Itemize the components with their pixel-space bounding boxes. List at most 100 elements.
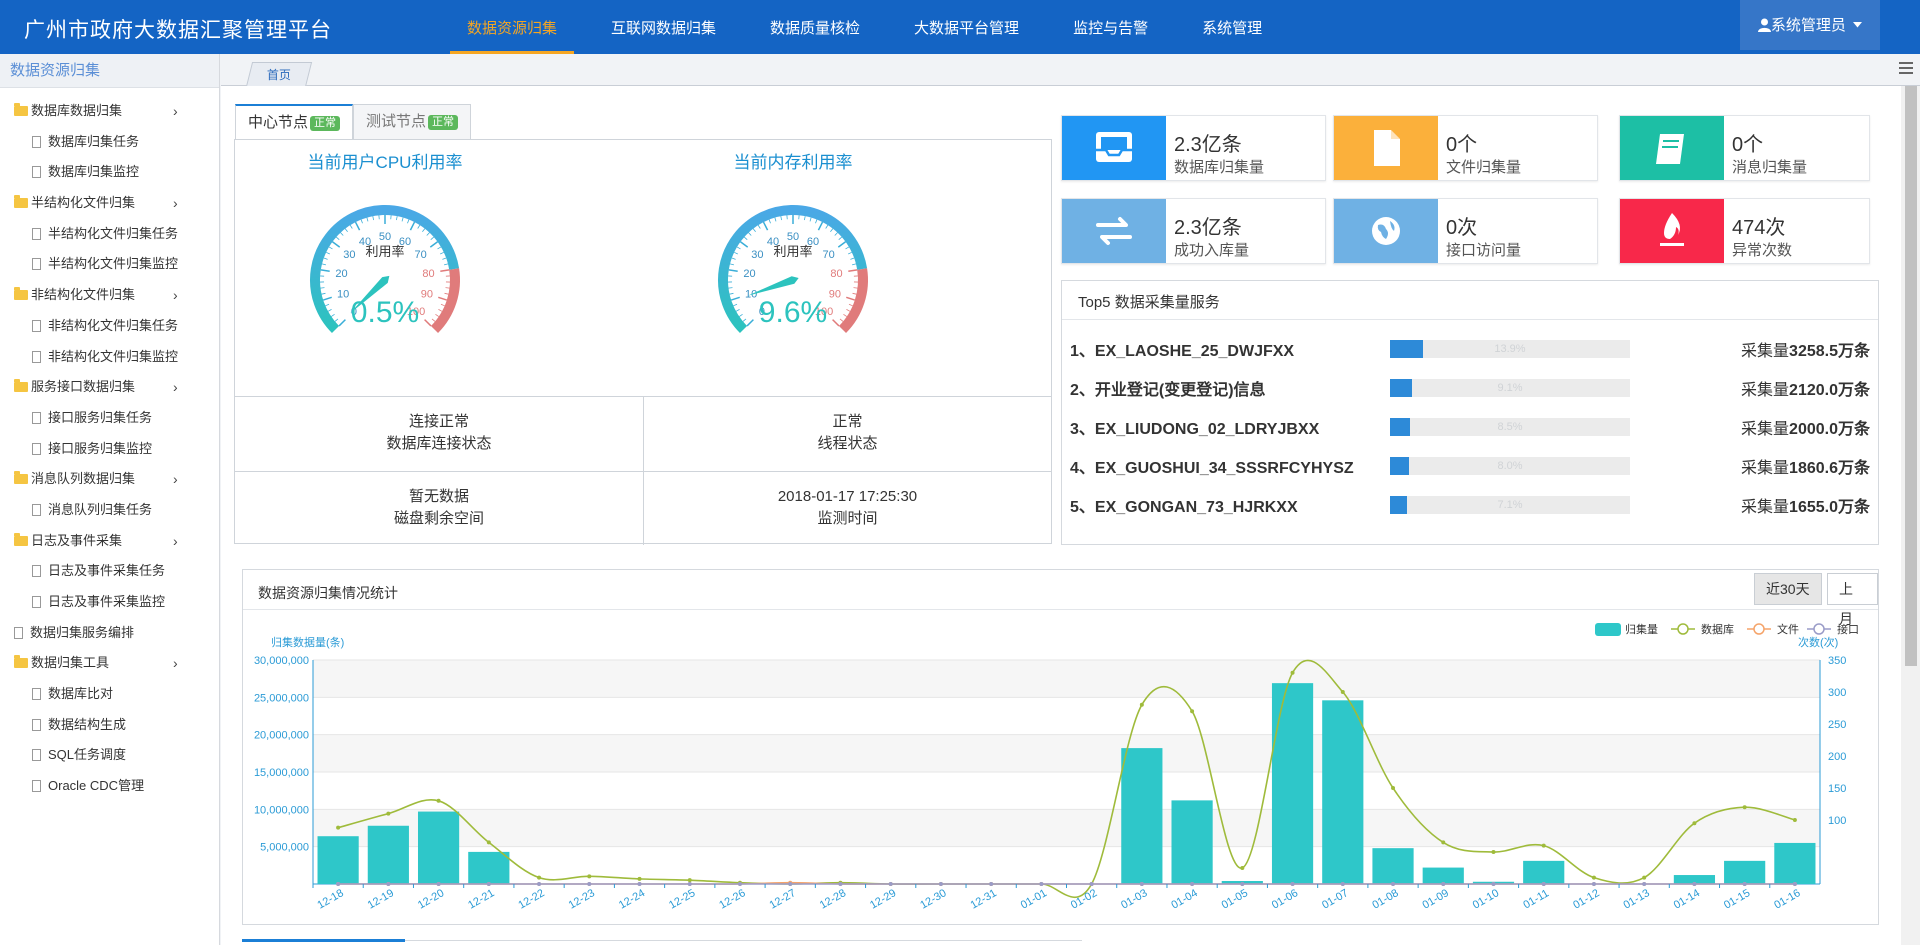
user-menu[interactable]: 系统管理员 [1740,0,1880,50]
stat-label: 数据库归集量 [1174,159,1265,176]
gauge-tick-label: 50 [379,231,391,243]
document-icon [32,135,41,148]
sidebar-item-0[interactable]: 数据库数据归集 › [0,96,219,127]
sidebar: 数据资源归集 数据库数据归集 › 数据库归集任务 数据库归集监控 半结构化文件归集 › 半结… [0,54,220,945]
chevron-right-icon: › [173,287,178,304]
series-point [989,882,994,886]
sidebar-item-9[interactable]: 服务接口数据归集 › [0,372,219,403]
range-last-month-button[interactable]: 上月 [1827,573,1878,627]
chevron-right-icon: › [173,532,178,549]
sidebar-item-17[interactable]: 数据归集服务编排 [0,618,219,649]
top5-row: 2、开业登记(变更登记)信息 9.1% 采集量2120.0万条 [1070,376,1870,399]
series-point [737,882,742,886]
tab-home[interactable]: 首页 [245,62,313,87]
sidebar-item-19[interactable]: 数据库比对 [0,679,219,710]
sidebar-item-16[interactable]: 日志及事件采集监控 [0,587,219,618]
sidebar-item-label: 消息队列数据归集 [31,471,136,487]
series-point [436,798,441,803]
x-tick-label: 12-25 [667,887,697,911]
collection-stats-panel: 数据资源归集情况统计 近30天 上月 归集数据量(条) 次数(次) 5,000,00… [242,569,1879,925]
sidebar-item-11[interactable]: 接口服务归集监控 [0,434,219,465]
gauge-value: 0.5% [351,296,419,329]
chevron-right-icon: › [173,195,178,212]
legend-item-0[interactable]: 归集量 [1595,622,1658,636]
sidebar-item-10[interactable]: 接口服务归集任务 [0,403,219,434]
legend-item-2[interactable]: 文件 [1747,622,1799,636]
x-tick-label: 01-12 [1571,887,1601,911]
series-point [1039,882,1044,886]
scrollbar[interactable] [1901,86,1920,945]
top5-row: 3、EX_LIUDONG_02_LDRYJBXX 8.5% 采集量2000.0万条 [1070,415,1870,438]
stat-label: 成功入库量 [1174,242,1250,259]
x-tick-label: 12-27 [768,887,798,911]
series-point [1089,882,1094,886]
globe-icon [1334,199,1438,263]
sidebar-item-8[interactable]: 非结构化文件归集监控 [0,342,219,373]
x-tick-label: 01-06 [1270,887,1300,911]
sidebar-item-label: 非结构化文件归集任务 [48,317,179,333]
chart-title: 数据资源归集情况统计 [258,585,398,601]
sidebar-item-7[interactable]: 非结构化文件归集任务 [0,311,219,342]
series-point [1441,882,1446,886]
series-point [637,876,642,881]
sidebar-item-label: SQL任务调度 [48,747,127,763]
sidebar-item-4[interactable]: 半结构化文件归集任务 [0,219,219,250]
sidebar-item-15[interactable]: 日志及事件采集任务 [0,556,219,587]
scrollbar-thumb[interactable] [1905,86,1917,666]
sidebar-item-13[interactable]: 消息队列归集任务 [0,495,219,526]
nav-item-3[interactable]: 大数据平台管理 [887,0,1046,54]
bar-01-08 [1372,848,1414,884]
legend-item-1[interactable]: 数据库 [1671,622,1734,636]
nav-item-5[interactable]: 系统管理 [1175,0,1289,54]
gauge-tick-label: 90 [829,289,841,301]
sidebar-item-18[interactable]: 数据归集工具 › [0,648,219,679]
sidebar-item-1[interactable]: 数据库归集任务 [0,127,219,158]
top5-progress-bar: 8.5% [1390,418,1630,436]
sidebar-item-21[interactable]: SQL任务调度 [0,740,219,771]
node-tab-label: 中心节点 [248,114,309,131]
sidebar-item-14[interactable]: 日志及事件采集 › [0,526,219,557]
top5-percent: 8.0% [1497,460,1523,472]
nav-item-2[interactable]: 数据质量核检 [743,0,887,54]
node-tab-0[interactable]: 中心节点 正常 [235,104,354,140]
chevron-right-icon: › [173,471,178,488]
top5-amount: 采集量2120.0万条 [1741,382,1870,399]
stat-card-2: 0个 消息归集量 [1619,115,1870,181]
sidebar-item-5[interactable]: 半结构化文件归集监控 [0,249,219,280]
range-30-days-button[interactable]: 近30天 [1754,573,1822,605]
y-tick-label: 10,000,000 [254,804,309,816]
nav-item-0[interactable]: 数据资源归集 [440,0,584,54]
stat-value: 474次 [1732,217,1786,239]
y2-tick-label: 200 [1828,751,1846,763]
folder-icon [14,103,28,116]
sidebar-item-label: Oracle CDC管理 [48,778,145,794]
gauge-label: 利用率 [773,244,812,259]
document-icon [32,749,41,762]
menu-icon[interactable] [1899,62,1913,76]
nav-item-4[interactable]: 监控与告警 [1046,0,1175,54]
sidebar-item-12[interactable]: 消息队列数据归集 › [0,464,219,495]
series-point [1391,786,1396,790]
gauge-value: 9.6% [759,296,827,329]
stat-label: 文件归集量 [1446,159,1522,176]
sidebar-item-label: 数据归集服务编排 [30,624,135,640]
sidebar-item-label: 数据结构生成 [48,716,127,732]
x-tick-label: 12-24 [617,887,647,911]
sidebar-item-2[interactable]: 数据库归集监控 [0,157,219,188]
top5-service-name: 2、开业登记(变更登记)信息 [1070,382,1266,399]
x-tick-label: 12-19 [366,887,396,911]
sidebar-item-20[interactable]: 数据结构生成 [0,710,219,741]
series-point [1240,866,1245,870]
legend-item-3[interactable]: 接口 [1807,623,1859,636]
stat-value: 2.3亿条 [1174,134,1242,156]
sidebar-menu: 数据库数据归集 › 数据库归集任务 数据库归集监控 半结构化文件归集 › 半结构化文件归集任… [0,88,219,802]
sidebar-item-22[interactable]: Oracle CDC管理 [0,771,219,802]
sidebar-item-label: 日志及事件采集 [31,532,123,548]
nav-item-1[interactable]: 互联网数据归集 [584,0,743,54]
gauge-label: 利用率 [365,244,404,259]
series-point [1792,882,1797,886]
node-tab-1[interactable]: 测试节点 正常 [353,104,472,140]
sidebar-item-3[interactable]: 半结构化文件归集 › [0,188,219,219]
x-tick-label: 12-26 [717,887,747,911]
sidebar-item-6[interactable]: 非结构化文件归集 › [0,280,219,311]
